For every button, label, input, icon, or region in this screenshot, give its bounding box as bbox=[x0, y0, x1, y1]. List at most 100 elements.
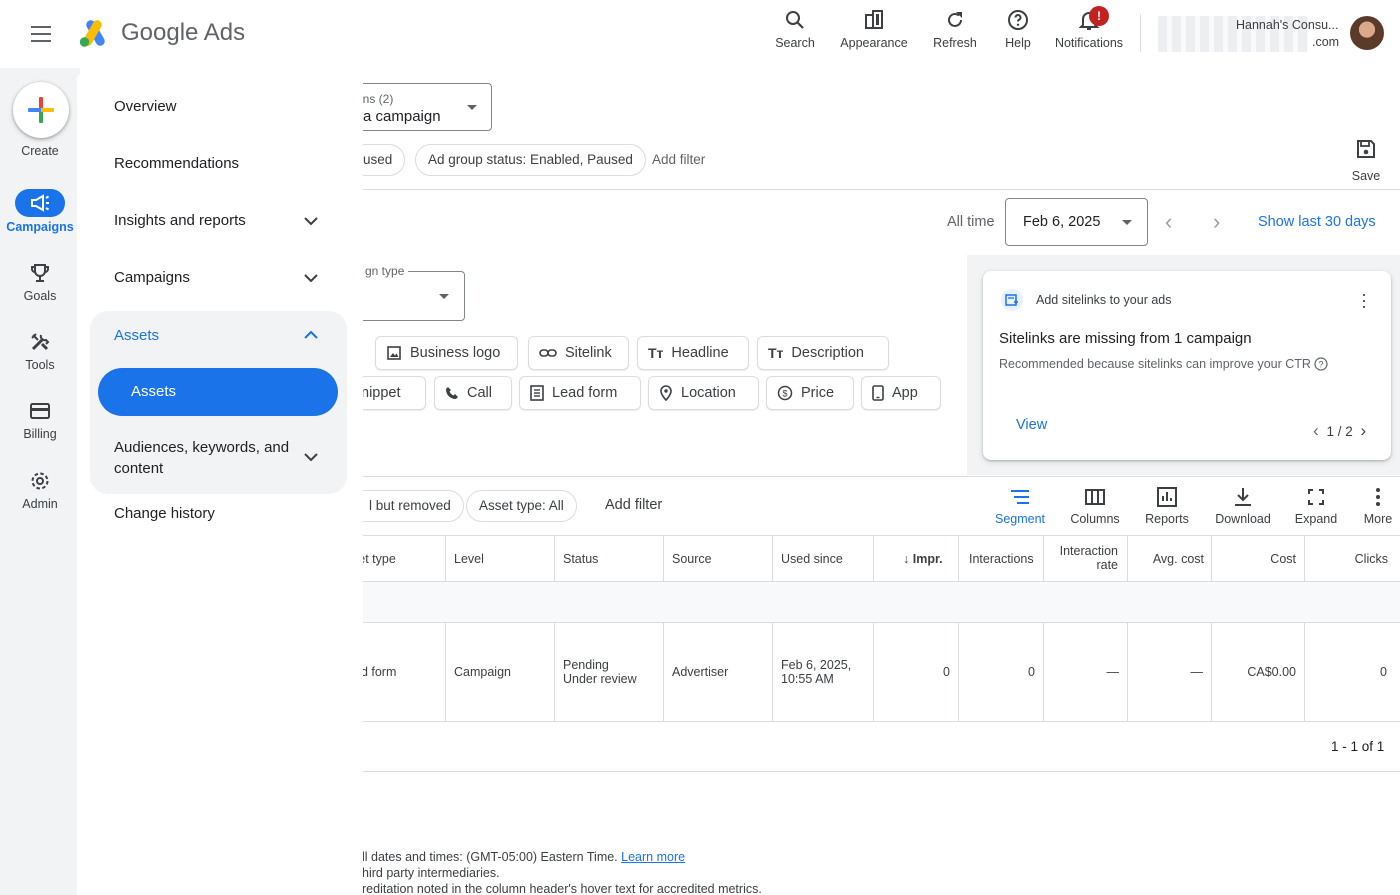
nav-item-overview[interactable]: Overview bbox=[114, 98, 177, 115]
segment-button[interactable]: Segment bbox=[993, 487, 1047, 526]
chevron-left-icon[interactable]: ‹ bbox=[1165, 209, 1172, 235]
chevron-left-icon[interactable]: ‹ bbox=[1313, 421, 1319, 440]
arrow-down-icon: ↓ bbox=[903, 552, 910, 566]
chevron-up-icon[interactable] bbox=[302, 326, 320, 344]
add-filter-button[interactable]: Add filter bbox=[605, 497, 662, 513]
show-last-30-days-link[interactable]: Show last 30 days bbox=[1258, 214, 1376, 230]
reports-button[interactable]: Reports bbox=[1142, 487, 1192, 526]
download-label: Download bbox=[1215, 512, 1271, 526]
asset-type-filter-chip[interactable]: Asset type: All bbox=[466, 490, 577, 522]
chevron-down-icon[interactable] bbox=[302, 212, 320, 230]
nav-item-audiences-keywords-content[interactable]: Audiences, keywords, and content bbox=[114, 437, 304, 479]
asset-chip-sitelink[interactable]: Sitelink bbox=[528, 336, 629, 370]
asset-chip-call[interactable]: Call bbox=[434, 376, 512, 410]
help-button[interactable]: Help bbox=[1001, 6, 1035, 50]
menu-icon[interactable] bbox=[22, 22, 60, 46]
column-header-used-since[interactable]: Used since bbox=[781, 552, 843, 566]
campaign-select-value: a campaign bbox=[363, 108, 441, 125]
asset-chip-label: nippet bbox=[361, 385, 401, 401]
help-circle-icon[interactable]: ? bbox=[1314, 357, 1329, 371]
nav-item-assets-section[interactable]: Assets bbox=[114, 327, 159, 344]
asset-chip-lead-form[interactable]: Lead form bbox=[519, 376, 641, 410]
dropdown-caret-icon bbox=[439, 294, 449, 299]
create-label: Create bbox=[21, 144, 59, 158]
date-range-select[interactable]: Feb 6, 2025 bbox=[1005, 198, 1148, 246]
download-button[interactable]: Download bbox=[1212, 487, 1274, 526]
cell-interactions: 0 bbox=[1028, 665, 1035, 679]
column-header-source[interactable]: Source bbox=[672, 552, 712, 566]
refresh-icon bbox=[948, 12, 962, 27]
account-email: .com bbox=[1312, 35, 1340, 49]
save-icon bbox=[1357, 140, 1375, 158]
learn-more-link[interactable]: Learn more bbox=[621, 850, 685, 864]
refresh-button[interactable]: Refresh bbox=[931, 6, 979, 50]
segment-label: Segment bbox=[994, 512, 1046, 526]
nav-item-change-history[interactable]: Change history bbox=[114, 505, 215, 522]
cell-used-since: Feb 6, 2025, 10:55 AM bbox=[781, 658, 852, 686]
appearance-button[interactable]: Appearance bbox=[839, 6, 909, 50]
asset-chip-location[interactable]: Location bbox=[648, 376, 759, 410]
column-header-clicks[interactable]: Clicks bbox=[1307, 552, 1388, 566]
nav-item-recommendations[interactable]: Recommendations bbox=[114, 155, 239, 172]
table-row[interactable]: ad form Campaign Pending Under review Ad… bbox=[354, 623, 1400, 722]
table-pagination: 1 - 1 of 1 bbox=[1331, 739, 1385, 754]
notifications-button[interactable]: ! Notifications bbox=[1051, 6, 1127, 50]
nav-item-campaigns[interactable]: Campaigns bbox=[114, 269, 190, 286]
asset-chip-app[interactable]: App bbox=[861, 376, 941, 410]
chevron-right-icon[interactable]: › bbox=[1213, 209, 1220, 235]
column-header-avg-cost[interactable]: Avg. cost bbox=[1130, 552, 1204, 566]
save-button[interactable]: Save bbox=[1348, 138, 1384, 183]
cell-interaction-rate: — bbox=[1106, 665, 1120, 679]
fullscreen-icon bbox=[1308, 489, 1324, 505]
segment-icon bbox=[1011, 490, 1029, 504]
create-button[interactable] bbox=[13, 82, 69, 138]
recommendation-view-link[interactable]: View bbox=[1016, 417, 1047, 433]
column-header-level[interactable]: Level bbox=[454, 552, 484, 566]
asset-chip-headline[interactable]: Tт Headline bbox=[637, 336, 749, 370]
rail-item-goals[interactable]: Goals bbox=[0, 262, 80, 303]
rail-label-tools: Tools bbox=[25, 358, 55, 372]
adgroup-status-chip[interactable]: Ad group status: Enabled, Paused bbox=[415, 144, 646, 176]
dropdown-caret-icon bbox=[467, 105, 477, 110]
reports-label: Reports bbox=[1145, 512, 1189, 526]
chevron-down-icon[interactable] bbox=[302, 269, 320, 287]
timezone-note: ll dates and times: (GMT-05:00) Eastern … bbox=[362, 850, 686, 864]
column-header-cost[interactable]: Cost bbox=[1214, 552, 1296, 566]
nav-item-assets[interactable]: Assets bbox=[98, 368, 338, 416]
account-name[interactable]: Hannah's Consu... bbox=[1236, 18, 1338, 32]
asset-chip-business-logo[interactable]: Business logo bbox=[375, 336, 518, 370]
more-button[interactable]: More bbox=[1360, 487, 1396, 526]
asset-chip-price[interactable]: $ Price bbox=[766, 376, 854, 410]
image-icon bbox=[386, 345, 402, 361]
dropdown-caret-icon bbox=[1122, 220, 1132, 225]
column-header-status[interactable]: Status bbox=[563, 552, 598, 566]
asset-chip-label: Sitelink bbox=[565, 345, 612, 361]
rail-item-tools[interactable]: Tools bbox=[0, 331, 80, 372]
chevron-right-icon[interactable]: › bbox=[1360, 421, 1366, 440]
link-icon bbox=[539, 347, 557, 359]
rail-item-campaigns[interactable]: Campaigns bbox=[0, 189, 80, 234]
asset-chip-label: Description bbox=[791, 345, 864, 361]
add-filter-button[interactable]: Add filter bbox=[652, 152, 705, 167]
more-label: More bbox=[1363, 512, 1393, 526]
tools-icon bbox=[31, 333, 50, 351]
svg-text:$: $ bbox=[782, 389, 787, 399]
divider bbox=[362, 476, 1400, 477]
search-button[interactable]: Search bbox=[775, 6, 815, 50]
chevron-down-icon[interactable] bbox=[302, 448, 320, 466]
avatar[interactable] bbox=[1350, 16, 1384, 50]
columns-button[interactable]: Columns bbox=[1068, 487, 1122, 526]
phone-device-icon bbox=[872, 385, 884, 401]
column-header-interaction-rate[interactable]: Interaction rate bbox=[1046, 544, 1118, 572]
rail-item-billing[interactable]: Billing bbox=[0, 401, 80, 441]
cell-avg-cost: — bbox=[1190, 665, 1204, 679]
rail-item-admin[interactable]: Admin bbox=[0, 470, 80, 511]
column-header-interactions[interactable]: Interactions bbox=[969, 552, 1034, 566]
divider bbox=[362, 189, 1400, 190]
expand-button[interactable]: Expand bbox=[1293, 487, 1339, 526]
column-header-impressions[interactable]: ↓ Impr. bbox=[903, 552, 943, 566]
asset-chip-description[interactable]: Tт Description bbox=[757, 336, 889, 370]
navigation-drawer: Overview Recommendations Insights and re… bbox=[77, 70, 363, 895]
nav-item-insights-and-reports[interactable]: Insights and reports bbox=[114, 212, 246, 229]
more-vert-icon[interactable]: · · · bbox=[1361, 285, 1367, 315]
